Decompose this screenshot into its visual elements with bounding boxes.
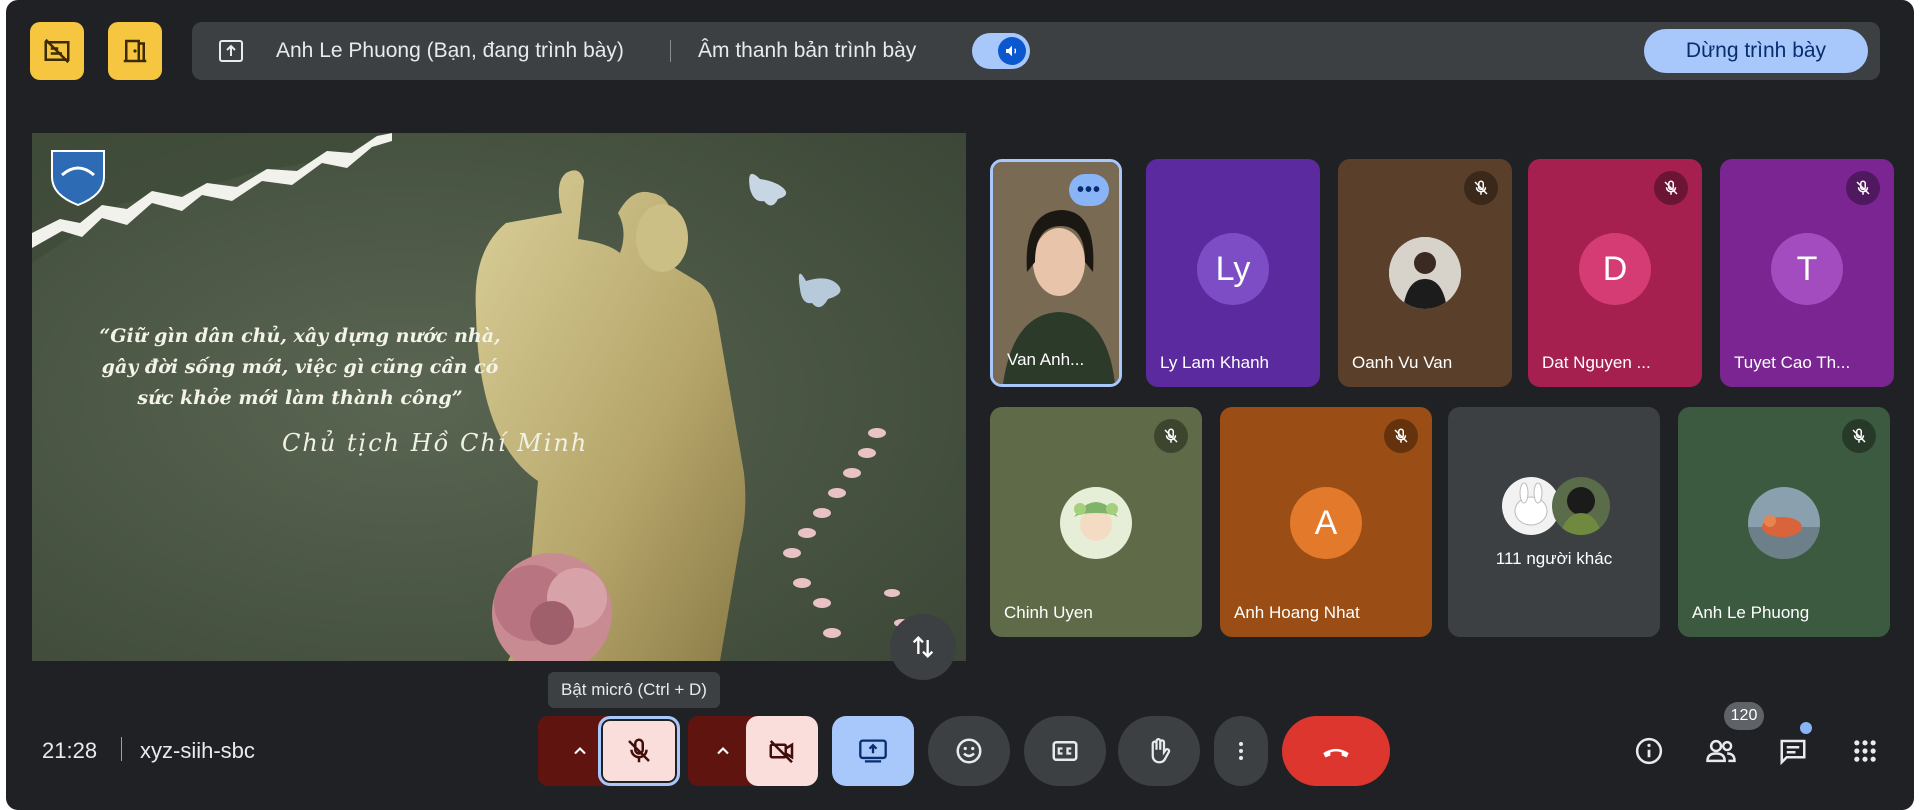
chevron-up-icon xyxy=(717,747,729,755)
more-vertical-icon xyxy=(1239,742,1243,760)
participant-name: Dat Nguyen ... xyxy=(1542,353,1651,372)
meet-window: Anh Le Phuong (Bạn, đang trình bày) Âm t… xyxy=(6,0,1914,810)
participant-name: Anh Le Phuong xyxy=(1692,603,1810,622)
layout-toggle-button[interactable] xyxy=(30,22,84,80)
participant-tile[interactable]: D Dat Nguyen ... xyxy=(1528,159,1702,387)
meeting-code: xyz-siih-sbc xyxy=(140,738,255,763)
mic-off-icon xyxy=(1394,428,1408,443)
camera-toggle-button[interactable] xyxy=(746,716,818,786)
mic-off-icon xyxy=(1664,180,1678,195)
participant-tile[interactable]: Oanh Vu Van xyxy=(1338,159,1512,387)
stop-presenting-button[interactable]: Dừng trình bày xyxy=(1644,29,1868,73)
apps-grid-icon xyxy=(1854,740,1876,762)
mic-off-icon xyxy=(1852,428,1866,443)
people-count-badge: 120 xyxy=(1724,702,1764,730)
participant-name: Anh Hoang Nhat xyxy=(1234,603,1360,622)
info-icon xyxy=(1635,737,1663,765)
reactions-button[interactable] xyxy=(928,716,1010,786)
swap-vertical-icon xyxy=(912,636,934,658)
slide-signature: Chủ tịch Hồ Chí Minh xyxy=(282,429,589,457)
profile-photo xyxy=(1389,237,1461,309)
profile-photo xyxy=(1552,477,1610,535)
profile-photo xyxy=(1060,487,1132,559)
mic-off-indicator xyxy=(1654,171,1688,205)
avatar xyxy=(1060,487,1132,559)
people-button[interactable] xyxy=(1698,728,1744,774)
mic-off-indicator xyxy=(1846,171,1880,205)
participant-name: Van Anh... xyxy=(1007,350,1085,369)
mic-off-icon xyxy=(628,738,650,763)
swap-layout-button[interactable] xyxy=(890,614,956,680)
layout-off-icon xyxy=(44,38,70,64)
mic-off-indicator xyxy=(1464,171,1498,205)
mic-off-icon xyxy=(1164,428,1178,443)
participant-tile[interactable]: ••• Van Anh... xyxy=(990,159,1122,387)
participant-tile[interactable]: A Anh Hoang Nhat xyxy=(1220,407,1432,637)
microphone-toggle-button[interactable] xyxy=(598,716,680,786)
more-options-button[interactable] xyxy=(1214,716,1268,786)
avatar: D xyxy=(1579,233,1651,305)
presentation-audio-label: Âm thanh bản trình bày xyxy=(698,39,917,62)
others-tile[interactable]: 111 người khác xyxy=(1448,407,1660,637)
people-icon xyxy=(1706,739,1736,763)
participant-tile[interactable]: Chinh Uyen xyxy=(990,407,1202,637)
exit-button[interactable] xyxy=(108,22,162,80)
captions-button[interactable] xyxy=(1024,716,1106,786)
participant-tile[interactable]: T Tuyet Cao Th... xyxy=(1720,159,1894,387)
participant-name: Tuyet Cao Th... xyxy=(1734,353,1851,372)
meeting-time: 21:28 xyxy=(42,738,98,763)
profile-photo xyxy=(1748,487,1820,559)
mic-off-icon xyxy=(1856,180,1870,195)
chevron-up-icon xyxy=(574,747,586,755)
volume-icon xyxy=(1006,45,1017,57)
toggle-knob xyxy=(998,37,1026,65)
avatar xyxy=(1552,477,1610,535)
mic-tooltip: Bật micrô (Ctrl + D) xyxy=(548,672,720,708)
more-horizontal-icon: ••• xyxy=(1076,179,1101,201)
participant-tile[interactable]: Ly Ly Lam Khanh xyxy=(1146,159,1320,387)
emoji-icon xyxy=(956,738,982,764)
present-screen-icon xyxy=(859,739,887,763)
exit-door-icon xyxy=(123,39,147,63)
presentation-slide: “Giữ gìn dân chủ, xây dựng nước nhà, gây… xyxy=(32,133,966,661)
mic-off-icon xyxy=(1474,180,1488,195)
chat-icon xyxy=(1780,739,1806,766)
raise-hand-icon xyxy=(1151,738,1171,764)
mic-off-indicator xyxy=(1384,419,1418,453)
participant-name: Oanh Vu Van xyxy=(1352,353,1453,372)
raise-hand-button[interactable] xyxy=(1118,716,1200,786)
divider xyxy=(670,40,671,62)
avatar xyxy=(1748,487,1820,559)
presenting-bar: Anh Le Phuong (Bạn, đang trình bày) Âm t… xyxy=(192,22,1880,80)
hang-up-icon xyxy=(1323,748,1349,758)
participant-name: Ly Lam Khanh xyxy=(1160,353,1269,372)
divider xyxy=(121,737,122,761)
chat-notification-dot xyxy=(1800,722,1812,734)
avatar: T xyxy=(1771,233,1843,305)
camera-off-icon xyxy=(769,740,794,764)
mic-off-indicator xyxy=(1842,419,1876,453)
leave-call-button[interactable] xyxy=(1282,716,1390,786)
avatar xyxy=(1389,237,1461,309)
participant-name: Chinh Uyen xyxy=(1004,603,1093,622)
participant-tile[interactable]: Anh Le Phuong xyxy=(1678,407,1890,637)
slide-quote: “Giữ gìn dân chủ, xây dựng nước nhà, gây… xyxy=(99,325,501,409)
presenter-label: Anh Le Phuong (Bạn, đang trình bày) xyxy=(276,39,624,62)
activities-button[interactable] xyxy=(1842,728,1888,774)
chat-button[interactable] xyxy=(1770,728,1816,774)
avatar: A xyxy=(1290,487,1362,559)
closed-captions-icon xyxy=(1052,741,1078,761)
present-now-button[interactable] xyxy=(832,716,914,786)
presentation-audio-toggle[interactable] xyxy=(972,33,1030,69)
meeting-details-button[interactable] xyxy=(1626,728,1672,774)
others-count-label: 111 người khác xyxy=(1495,549,1613,568)
avatar: Ly xyxy=(1197,233,1269,305)
mic-off-indicator xyxy=(1154,419,1188,453)
present-screen-icon xyxy=(219,40,243,62)
more-options-button[interactable]: ••• xyxy=(1069,174,1109,206)
